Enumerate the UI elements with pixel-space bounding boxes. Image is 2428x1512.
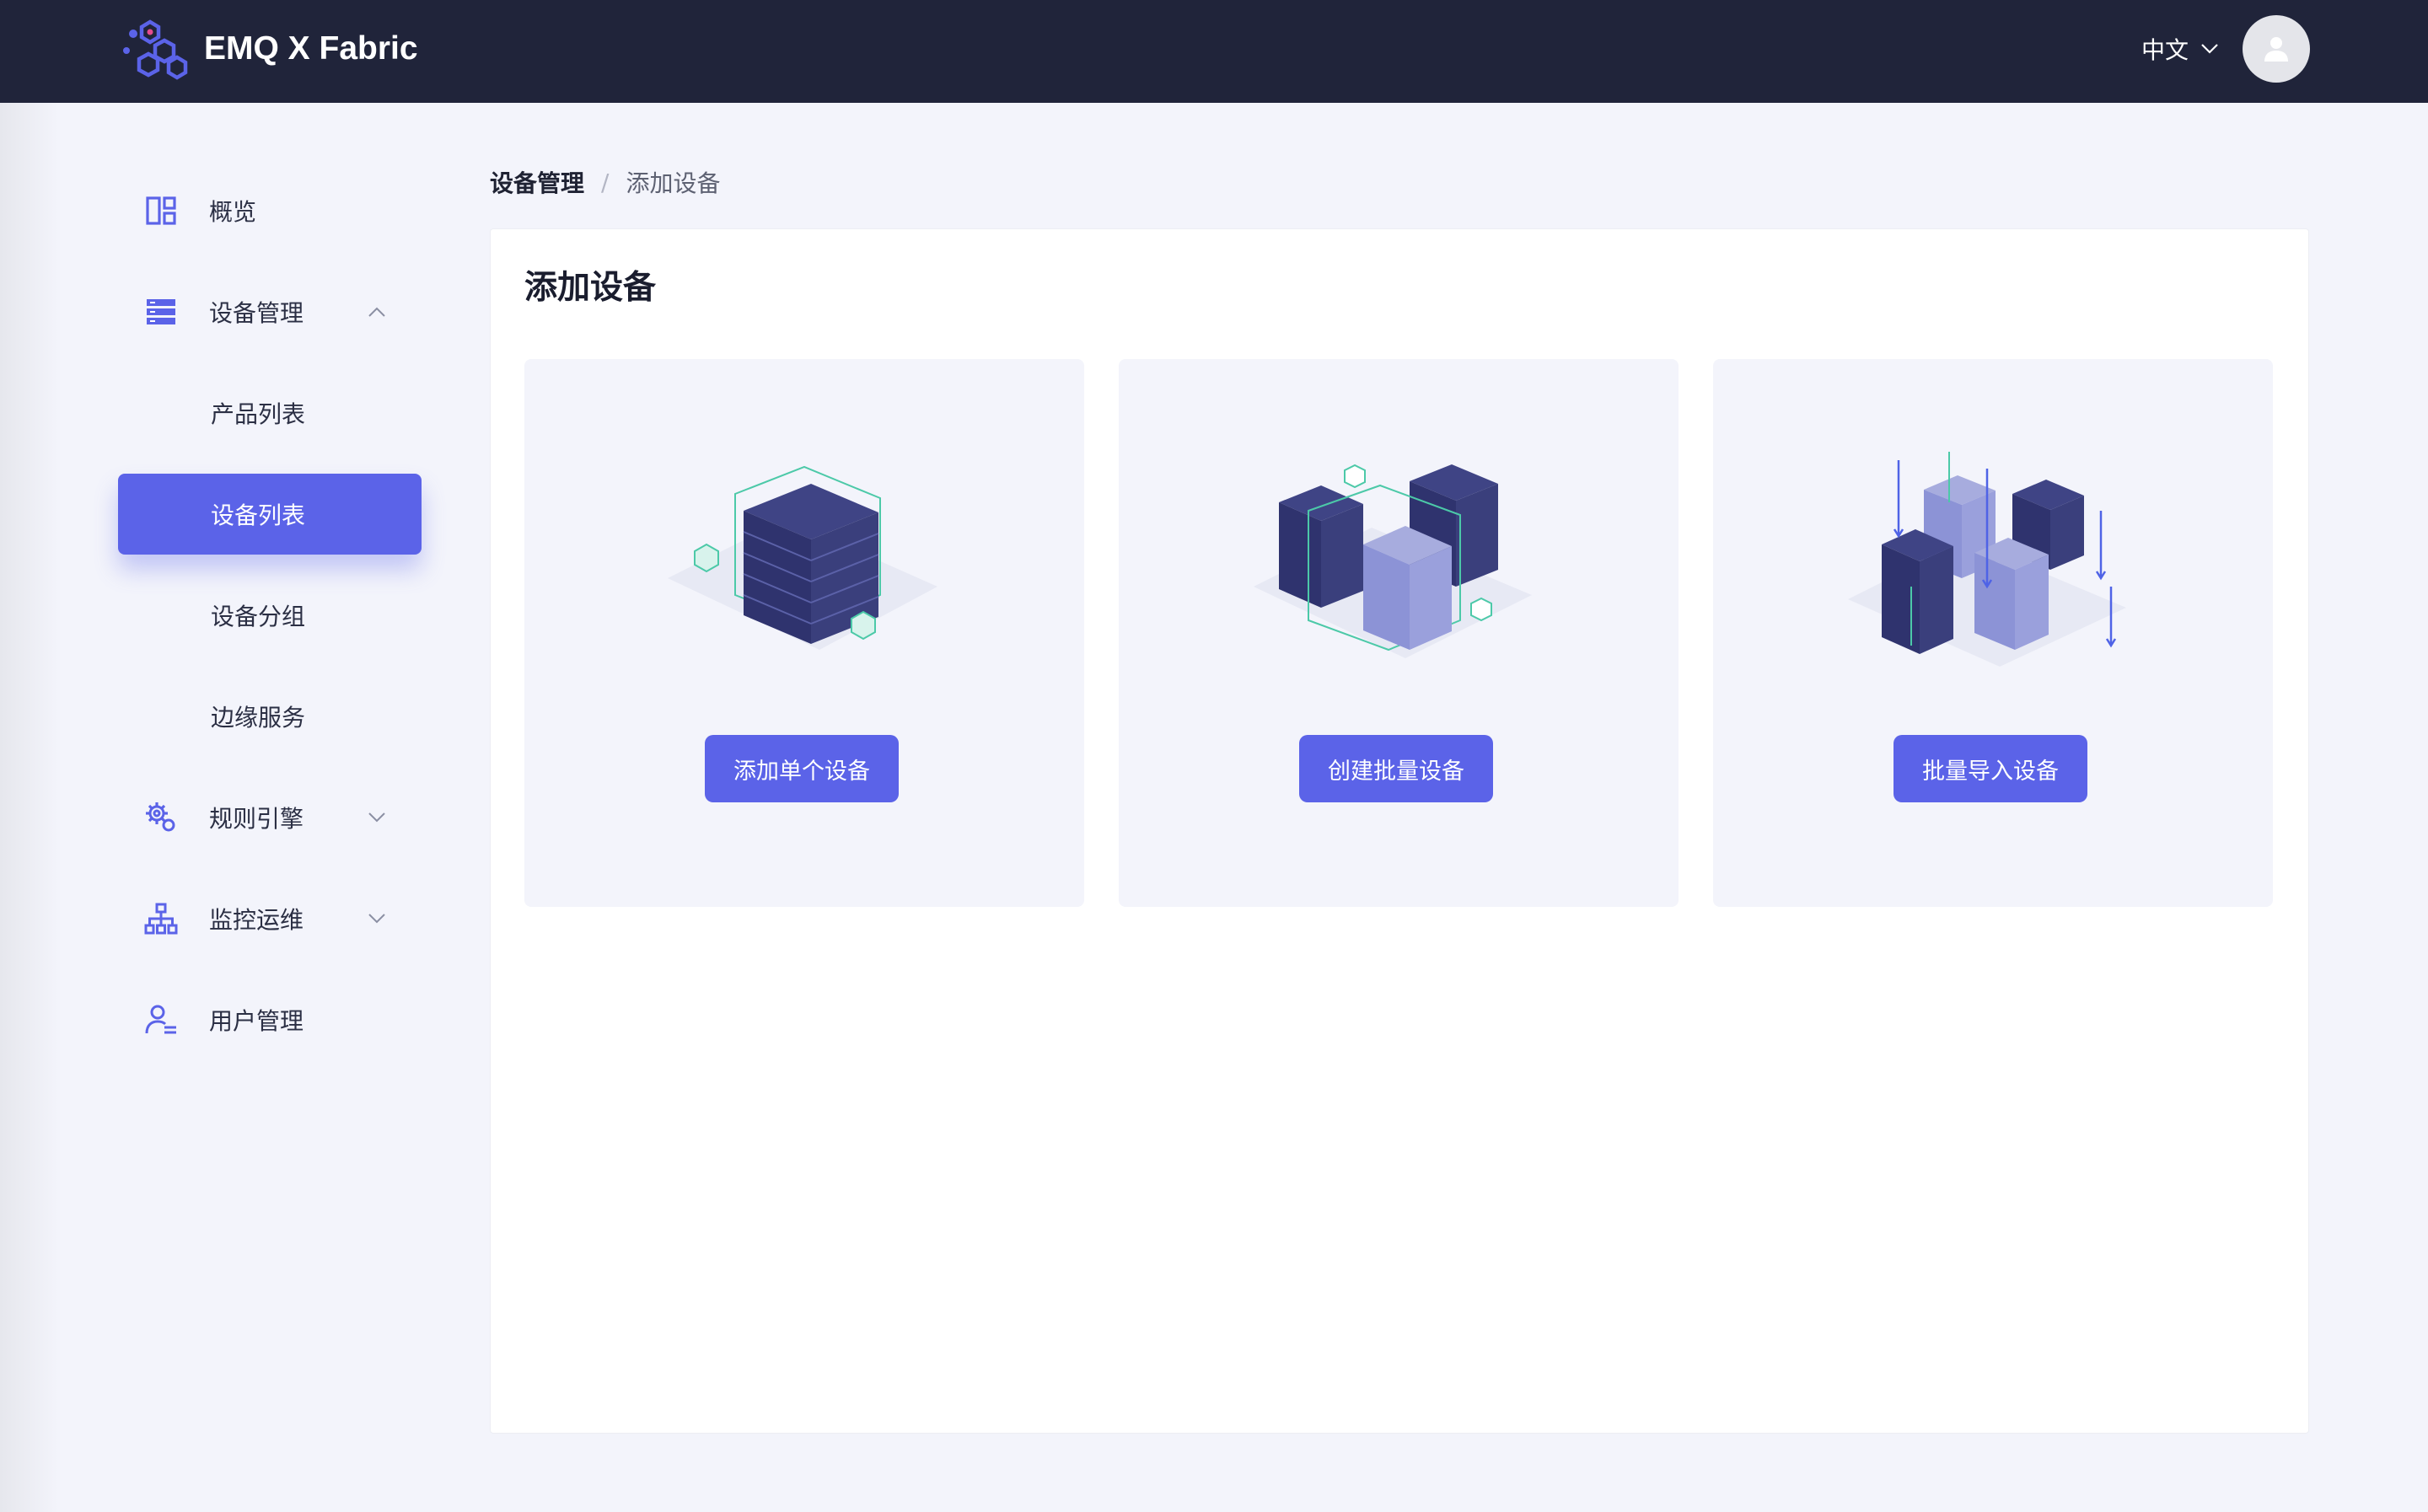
sidebar-item-user-management[interactable]: 用户管理 <box>118 979 422 1060</box>
sidebar-item-label: 概览 <box>209 198 257 226</box>
user-icon <box>2264 37 2288 62</box>
breadcrumb-separator: / <box>601 168 610 196</box>
gears-icon <box>146 802 175 832</box>
brand-name: EMQ X Fabric <box>204 30 418 67</box>
import-server-stacks-illustration <box>1848 452 2126 667</box>
sidebar-item-device-list[interactable]: 设备列表 <box>118 474 422 555</box>
batch-server-stacks-illustration <box>1254 464 1532 658</box>
chevron-down-icon <box>2201 44 2218 54</box>
chevron-down-icon <box>368 914 385 924</box>
sidebar-item-label: 设备管理 <box>209 299 304 327</box>
user-avatar[interactable] <box>2243 15 2310 83</box>
sidebar-item-monitoring[interactable]: 监控运维 <box>118 878 422 959</box>
batch-import-devices-button[interactable]: 批量导入设备 <box>1894 735 2087 802</box>
sidebar-item-product-list[interactable]: 产品列表 <box>118 373 422 453</box>
user-card-icon <box>145 1005 176 1034</box>
language-switcher[interactable]: 中文 <box>2141 30 2219 67</box>
language-label: 中文 <box>2141 36 2189 64</box>
sidebar-item-label: 产品列表 <box>211 400 306 428</box>
chevron-down-icon <box>368 812 385 823</box>
breadcrumb-parent[interactable]: 设备管理 <box>490 165 584 199</box>
option-card-single: 添加单个设备 <box>524 359 1084 907</box>
sidebar-item-label: 设备列表 <box>211 501 306 529</box>
page-title: 添加设备 <box>524 269 657 307</box>
create-batch-devices-button[interactable]: 创建批量设备 <box>1299 735 1493 802</box>
add-single-device-button[interactable]: 添加单个设备 <box>705 735 899 802</box>
hexagon-cluster-logo[interactable] <box>116 17 189 81</box>
sidebar-item-device-group[interactable]: 设备分组 <box>118 575 422 656</box>
server-list-icon <box>147 299 175 324</box>
sidebar-item-label: 监控运维 <box>209 906 304 934</box>
sidebar-item-label: 边缘服务 <box>211 704 306 732</box>
sidebar-item-label: 规则引擎 <box>209 805 304 833</box>
breadcrumb-current: 添加设备 <box>626 169 721 197</box>
dashboard-icon <box>146 196 176 225</box>
top-navigation-bar: EMQ X Fabric 中文 <box>0 0 2428 103</box>
left-edge-shadow <box>0 103 59 1512</box>
chevron-up-icon <box>368 307 385 317</box>
breadcrumb: 设备管理 / 添加设备 <box>490 165 720 199</box>
org-chart-icon <box>144 903 178 935</box>
sidebar-item-edge-service[interactable]: 边缘服务 <box>118 676 422 757</box>
option-card-import: 批量导入设备 <box>1713 359 2273 907</box>
single-server-stack-illustration <box>668 465 937 650</box>
sidebar-item-label: 用户管理 <box>209 1007 304 1035</box>
sidebar-item-rule-engine[interactable]: 规则引擎 <box>118 777 422 858</box>
sidebar-item-device-management[interactable]: 设备管理 <box>118 271 422 352</box>
sidebar-item-overview[interactable]: 概览 <box>118 170 422 251</box>
option-card-batch: 创建批量设备 <box>1119 359 1679 907</box>
sidebar-item-label: 设备分组 <box>211 603 306 630</box>
